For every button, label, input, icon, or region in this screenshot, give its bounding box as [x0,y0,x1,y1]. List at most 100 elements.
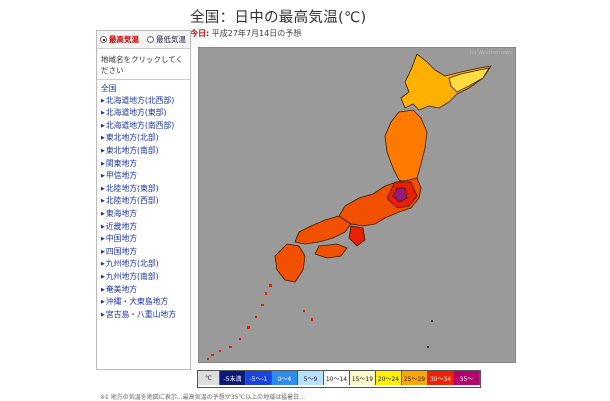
island [219,350,221,352]
region-link[interactable]: ▶近畿地方 [97,221,190,234]
island [431,320,433,322]
legend-item: 35〜 [454,371,480,385]
arrow-right-icon: ▶ [101,160,105,167]
arrow-right-icon: ▶ [101,198,105,205]
legend-unit: ℃ [198,371,220,385]
region-label: 四国地方 [105,246,138,256]
arrow-right-icon: ▶ [101,248,105,255]
arrow-right-icon: ▶ [101,210,105,217]
min-temp-label[interactable]: 最低気温 [156,34,186,45]
temperature-type-selector: 最高気温 最低気温 [97,31,190,49]
kyushu-region [274,243,306,283]
legend-item: 10〜14 [324,371,350,385]
island [311,318,313,321]
region-label: 九州地方(南部) [105,271,159,281]
region-label: 近畿地方 [105,221,138,231]
region-link[interactable]: ▶九州地方(南部) [97,271,190,284]
region-link[interactable]: ▶北海道地方(東部) [97,107,190,120]
tohoku-region [384,109,428,185]
date-text: 平成27年7月14日の予想 [211,29,302,38]
region-label: 東北地方(南部) [105,145,159,155]
arrow-right-icon: ▶ [101,223,105,230]
region-link-all[interactable]: 全国 [97,83,190,95]
region-link[interactable]: ▶奄美地方 [97,284,190,297]
region-label: 北海道地方(南西部) [105,120,175,130]
forecast-date: 今日: 平成27年7月14日の予想 [190,28,367,39]
legend-item: -5未満 [220,371,246,385]
legend-item: -5〜-1 [246,371,272,385]
region-label: 九州地方(北部) [105,259,159,269]
region-link[interactable]: ▶北陸地方(西部) [97,195,190,208]
kinki-region [348,225,366,247]
region-hint: 地域名をクリックしてください [97,49,190,80]
arrow-right-icon: ▶ [101,299,105,306]
region-link[interactable]: ▶中国地方 [97,233,190,246]
legend-item: 5〜9 [298,371,324,385]
region-link[interactable]: ▶関東地方 [97,158,190,171]
min-temp-radio[interactable] [147,36,154,43]
max-temp-label[interactable]: 最高気温 [109,34,139,45]
legend-item: 25〜29 [402,371,428,385]
arrow-right-icon: ▶ [101,97,105,104]
region-link[interactable]: ▶九州地方(北部) [97,258,190,271]
region-link[interactable]: ▶東北地方(南部) [97,145,190,158]
legend-item: 15〜19 [350,371,376,385]
legend-item: 20〜24 [376,371,402,385]
region-label: 奄美地方 [105,284,138,294]
legend-item: 0〜4 [272,371,298,385]
chugoku-region [294,215,352,245]
region-link[interactable]: ▶北陸地方(東部) [97,183,190,196]
arrow-right-icon: ▶ [101,185,105,192]
temperature-map: (c) Weathernews [198,47,516,363]
island [427,346,429,348]
island [207,358,209,360]
region-label: 甲信地方 [105,171,138,181]
region-link[interactable]: ▶東北地方(北部) [97,132,190,145]
island [239,338,241,340]
legend-item: 30〜34 [428,371,454,385]
arrow-right-icon: ▶ [101,273,105,280]
region-link[interactable]: ▶沖縄・大東島地方 [97,296,190,309]
arrow-right-icon: ▶ [101,135,105,142]
island [211,354,214,356]
arrow-right-icon: ▶ [101,286,105,293]
arrow-right-icon: ▶ [101,311,105,318]
island [247,326,250,329]
region-link[interactable]: ▶甲信地方 [97,170,190,183]
region-label: 沖縄・大東島地方 [105,297,169,307]
header: 全国：日中の最高気温(℃) 今日: 平成27年7月14日の予想 [190,6,367,39]
region-label: 中国地方 [105,234,138,244]
region-label: 北陸地方(西部) [105,196,159,206]
island [261,304,264,306]
island [265,292,267,295]
island [303,310,305,312]
arrow-right-icon: ▶ [101,110,105,117]
region-label: 北海道地方(東部) [105,108,167,118]
max-temp-radio[interactable] [100,36,107,43]
temperature-legend: ℃ -5未満 -5〜-1 0〜4 5〜9 10〜14 15〜19 20〜24 25〜29 30〜… [197,370,481,388]
region-label: 北海道地方(北西部) [105,95,175,105]
arrow-right-icon: ▶ [101,173,105,180]
region-link[interactable]: ▶東海地方 [97,208,190,221]
region-link[interactable]: ▶北海道地方(南西部) [97,120,190,133]
region-label: 全国 [101,84,117,93]
region-link[interactable]: ▶宮古島・八重山地方 [97,309,190,322]
region-label: 北陸地方(東部) [105,183,159,193]
island [229,346,232,348]
region-list: 全国 ▶北海道地方(北西部) ▶北海道地方(東部) ▶北海道地方(南西部) ▶東北地方(… [97,80,190,321]
arrow-right-icon: ▶ [101,261,105,268]
region-label: 東海地方 [105,208,138,218]
japan-map [207,53,492,360]
island [255,316,257,318]
arrow-right-icon: ▶ [101,122,105,129]
today-label: 今日: [190,29,210,38]
region-link[interactable]: ▶北海道地方(北西部) [97,95,190,108]
region-link[interactable]: ▶四国地方 [97,246,190,259]
hokkaido-region [400,53,492,111]
sidebar: 最高気温 最低気温 地域名をクリックしてください 全国 ▶北海道地方(北西部) ▶北… [96,30,191,370]
arrow-right-icon: ▶ [101,147,105,154]
arrow-right-icon: ▶ [101,236,105,243]
region-label: 宮古島・八重山地方 [105,309,177,319]
region-label: 関東地方 [105,158,138,168]
island [269,284,272,287]
